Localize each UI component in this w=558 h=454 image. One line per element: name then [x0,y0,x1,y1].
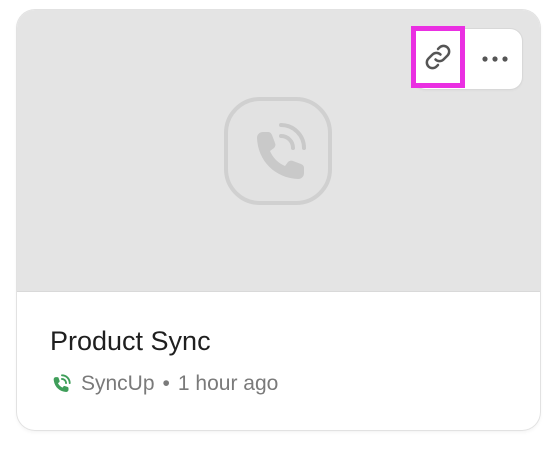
more-options-button[interactable] [468,29,522,89]
recording-card[interactable]: Product Sync SyncUp • 1 hour ago [17,10,540,430]
time-ago: 1 hour ago [177,372,279,395]
card-meta: SyncUp • 1 hour ago [50,371,278,397]
phone-call-icon [53,374,71,392]
app-name: SyncUp [81,372,155,395]
card-title[interactable]: Product Sync [50,324,211,358]
card-body: Product Sync SyncUp • 1 hour ago [17,292,540,430]
copy-link-button[interactable] [411,26,465,88]
card-thumbnail[interactable] [17,10,540,292]
phone-call-icon [224,97,332,205]
more-horizontal-icon [482,56,508,62]
meta-separator: • [162,372,170,395]
card-actions [411,26,522,89]
link-icon [425,44,451,70]
